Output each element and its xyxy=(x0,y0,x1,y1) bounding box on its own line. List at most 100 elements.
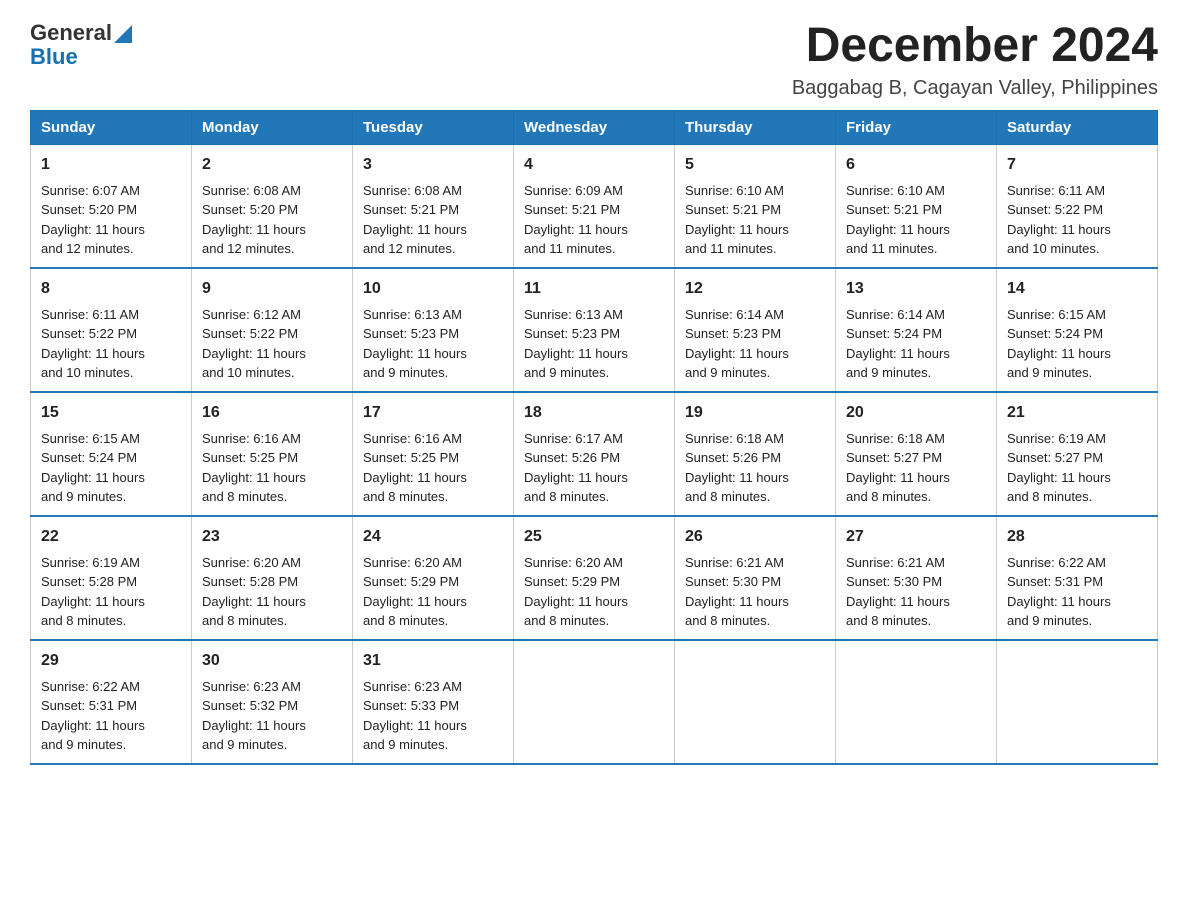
day-info: Sunrise: 6:22 AMSunset: 5:31 PMDaylight:… xyxy=(1007,553,1147,631)
day-info: Sunrise: 6:10 AMSunset: 5:21 PMDaylight:… xyxy=(846,181,986,259)
day-info: Sunrise: 6:14 AMSunset: 5:23 PMDaylight:… xyxy=(685,305,825,383)
day-info: Sunrise: 6:17 AMSunset: 5:26 PMDaylight:… xyxy=(524,429,664,507)
day-number: 17 xyxy=(363,401,503,425)
header-thursday: Thursday xyxy=(675,110,836,144)
day-number: 15 xyxy=(41,401,181,425)
day-number: 8 xyxy=(41,277,181,301)
calendar-day-cell: 29 Sunrise: 6:22 AMSunset: 5:31 PMDayligh… xyxy=(31,640,192,764)
calendar-day-cell: 3 Sunrise: 6:08 AMSunset: 5:21 PMDaylight… xyxy=(353,144,514,268)
calendar-day-cell: 19 Sunrise: 6:18 AMSunset: 5:26 PMDayligh… xyxy=(675,392,836,516)
logo: General Blue xyxy=(30,20,132,68)
day-number: 19 xyxy=(685,401,825,425)
calendar-week-row: 29 Sunrise: 6:22 AMSunset: 5:31 PMDayligh… xyxy=(31,640,1158,764)
day-info: Sunrise: 6:09 AMSunset: 5:21 PMDaylight:… xyxy=(524,181,664,259)
calendar-day-cell: 8Sunrise: 6:11 AMSunset: 5:22 PMDaylight… xyxy=(31,268,192,392)
day-number: 20 xyxy=(846,401,986,425)
calendar-week-row: 22 Sunrise: 6:19 AMSunset: 5:28 PMDayligh… xyxy=(31,516,1158,640)
day-info: Sunrise: 6:21 AMSunset: 5:30 PMDaylight:… xyxy=(685,553,825,631)
calendar-day-cell: 26 Sunrise: 6:21 AMSunset: 5:30 PMDayligh… xyxy=(675,516,836,640)
day-number: 13 xyxy=(846,277,986,301)
calendar-day-cell: 4 Sunrise: 6:09 AMSunset: 5:21 PMDaylight… xyxy=(514,144,675,268)
calendar-day-cell: 7Sunrise: 6:11 AMSunset: 5:22 PMDaylight… xyxy=(997,144,1158,268)
day-number: 21 xyxy=(1007,401,1147,425)
day-info: Sunrise: 6:13 AMSunset: 5:23 PMDaylight:… xyxy=(363,305,503,383)
day-info: Sunrise: 6:10 AMSunset: 5:21 PMDaylight:… xyxy=(685,181,825,259)
day-number: 24 xyxy=(363,525,503,549)
calendar-day-cell: 10Sunrise: 6:13 AMSunset: 5:23 PMDayligh… xyxy=(353,268,514,392)
calendar-header-row: SundayMondayTuesdayWednesdayThursdayFrid… xyxy=(31,110,1158,144)
calendar-day-cell: 18 Sunrise: 6:17 AMSunset: 5:26 PMDayligh… xyxy=(514,392,675,516)
calendar-day-cell: 27 Sunrise: 6:21 AMSunset: 5:30 PMDayligh… xyxy=(836,516,997,640)
day-info: Sunrise: 6:18 AMSunset: 5:27 PMDaylight:… xyxy=(846,429,986,507)
calendar-day-cell: 13 Sunrise: 6:14 AMSunset: 5:24 PMDayligh… xyxy=(836,268,997,392)
header-monday: Monday xyxy=(192,110,353,144)
calendar-day-cell: 30Sunrise: 6:23 AMSunset: 5:32 PMDayligh… xyxy=(192,640,353,764)
day-number: 29 xyxy=(41,649,181,673)
day-number: 27 xyxy=(846,525,986,549)
day-number: 30 xyxy=(202,649,342,673)
day-number: 2 xyxy=(202,153,342,177)
calendar-day-cell: 22 Sunrise: 6:19 AMSunset: 5:28 PMDayligh… xyxy=(31,516,192,640)
calendar-day-cell: 1 Sunrise: 6:07 AMSunset: 5:20 PMDaylight… xyxy=(31,144,192,268)
title-block: December 2024 Baggabag B, Cagayan Valley… xyxy=(792,20,1158,100)
day-info: Sunrise: 6:16 AMSunset: 5:25 PMDaylight:… xyxy=(363,429,503,507)
calendar-week-row: 1 Sunrise: 6:07 AMSunset: 5:20 PMDaylight… xyxy=(31,144,1158,268)
day-number: 11 xyxy=(524,277,664,301)
calendar-day-cell: 31Sunrise: 6:23 AMSunset: 5:33 PMDayligh… xyxy=(353,640,514,764)
day-number: 22 xyxy=(41,525,181,549)
logo-blue-text: Blue xyxy=(30,46,132,68)
day-number: 31 xyxy=(363,649,503,673)
calendar-day-cell: 16Sunrise: 6:16 AMSunset: 5:25 PMDayligh… xyxy=(192,392,353,516)
calendar-day-cell: 28 Sunrise: 6:22 AMSunset: 5:31 PMDayligh… xyxy=(997,516,1158,640)
day-info: Sunrise: 6:08 AMSunset: 5:20 PMDaylight:… xyxy=(202,181,342,259)
day-number: 9 xyxy=(202,277,342,301)
calendar-day-cell: 20 Sunrise: 6:18 AMSunset: 5:27 PMDayligh… xyxy=(836,392,997,516)
calendar-day-cell: 24 Sunrise: 6:20 AMSunset: 5:29 PMDayligh… xyxy=(353,516,514,640)
calendar-day-cell: 25 Sunrise: 6:20 AMSunset: 5:29 PMDayligh… xyxy=(514,516,675,640)
calendar-day-cell: 23Sunrise: 6:20 AMSunset: 5:28 PMDayligh… xyxy=(192,516,353,640)
day-info: Sunrise: 6:21 AMSunset: 5:30 PMDaylight:… xyxy=(846,553,986,631)
day-number: 18 xyxy=(524,401,664,425)
day-number: 3 xyxy=(363,153,503,177)
header-tuesday: Tuesday xyxy=(353,110,514,144)
calendar-day-cell: 12Sunrise: 6:14 AMSunset: 5:23 PMDayligh… xyxy=(675,268,836,392)
calendar-day-cell: 9 Sunrise: 6:12 AMSunset: 5:22 PMDaylight… xyxy=(192,268,353,392)
calendar-day-cell: 15Sunrise: 6:15 AMSunset: 5:24 PMDayligh… xyxy=(31,392,192,516)
day-info: Sunrise: 6:19 AMSunset: 5:28 PMDaylight:… xyxy=(41,553,181,631)
calendar-day-cell: 21 Sunrise: 6:19 AMSunset: 5:27 PMDayligh… xyxy=(997,392,1158,516)
calendar-day-cell: 5 Sunrise: 6:10 AMSunset: 5:21 PMDaylight… xyxy=(675,144,836,268)
day-info: Sunrise: 6:12 AMSunset: 5:22 PMDaylight:… xyxy=(202,305,342,383)
day-info: Sunrise: 6:11 AMSunset: 5:22 PMDaylight:… xyxy=(1007,181,1147,259)
day-info: Sunrise: 6:14 AMSunset: 5:24 PMDaylight:… xyxy=(846,305,986,383)
header-friday: Friday xyxy=(836,110,997,144)
calendar-table: SundayMondayTuesdayWednesdayThursdayFrid… xyxy=(30,110,1158,765)
calendar-day-cell: 2 Sunrise: 6:08 AMSunset: 5:20 PMDaylight… xyxy=(192,144,353,268)
day-info: Sunrise: 6:15 AMSunset: 5:24 PMDaylight:… xyxy=(1007,305,1147,383)
day-number: 28 xyxy=(1007,525,1147,549)
calendar-week-row: 15Sunrise: 6:15 AMSunset: 5:24 PMDayligh… xyxy=(31,392,1158,516)
day-number: 25 xyxy=(524,525,664,549)
day-number: 5 xyxy=(685,153,825,177)
day-info: Sunrise: 6:19 AMSunset: 5:27 PMDaylight:… xyxy=(1007,429,1147,507)
day-number: 4 xyxy=(524,153,664,177)
day-number: 26 xyxy=(685,525,825,549)
day-number: 1 xyxy=(41,153,181,177)
day-number: 6 xyxy=(846,153,986,177)
calendar-day-cell xyxy=(514,640,675,764)
calendar-day-cell: 6 Sunrise: 6:10 AMSunset: 5:21 PMDaylight… xyxy=(836,144,997,268)
calendar-day-cell: 11Sunrise: 6:13 AMSunset: 5:23 PMDayligh… xyxy=(514,268,675,392)
day-info: Sunrise: 6:08 AMSunset: 5:21 PMDaylight:… xyxy=(363,181,503,259)
day-number: 23 xyxy=(202,525,342,549)
calendar-day-cell xyxy=(836,640,997,764)
calendar-day-cell: 14Sunrise: 6:15 AMSunset: 5:24 PMDayligh… xyxy=(997,268,1158,392)
day-info: Sunrise: 6:22 AMSunset: 5:31 PMDaylight:… xyxy=(41,677,181,755)
day-info: Sunrise: 6:07 AMSunset: 5:20 PMDaylight:… xyxy=(41,181,181,259)
calendar-week-row: 8Sunrise: 6:11 AMSunset: 5:22 PMDaylight… xyxy=(31,268,1158,392)
day-info: Sunrise: 6:18 AMSunset: 5:26 PMDaylight:… xyxy=(685,429,825,507)
logo-triangle-icon xyxy=(114,25,132,43)
month-title: December 2024 xyxy=(792,20,1158,73)
day-info: Sunrise: 6:20 AMSunset: 5:29 PMDaylight:… xyxy=(524,553,664,631)
calendar-day-cell xyxy=(675,640,836,764)
day-info: Sunrise: 6:16 AMSunset: 5:25 PMDaylight:… xyxy=(202,429,342,507)
day-info: Sunrise: 6:20 AMSunset: 5:29 PMDaylight:… xyxy=(363,553,503,631)
